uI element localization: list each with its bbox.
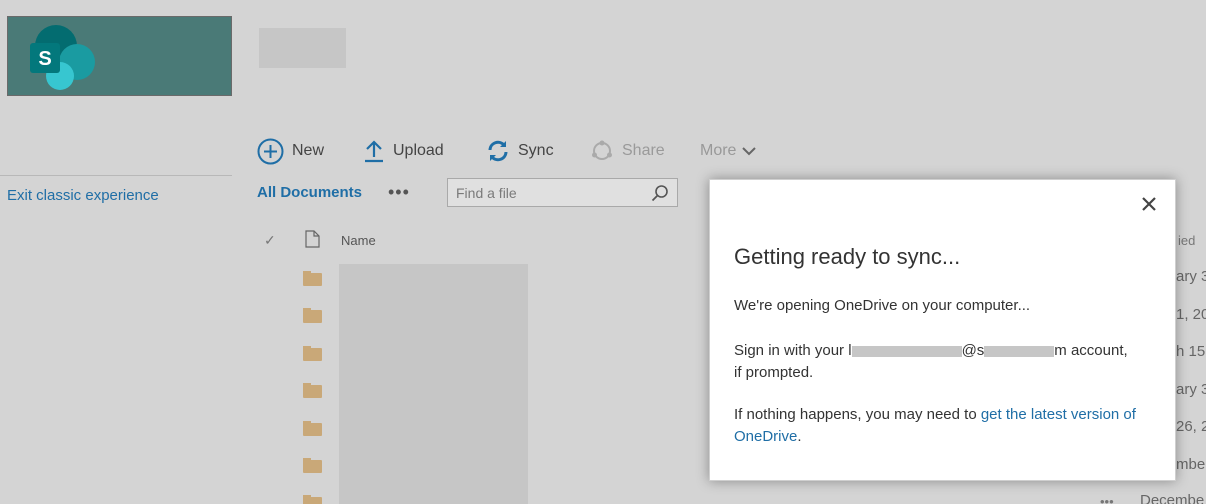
search-input[interactable]	[456, 184, 651, 201]
plus-circle-icon	[257, 138, 284, 165]
folder-icon	[303, 383, 322, 398]
view-all-documents[interactable]: All Documents	[257, 184, 362, 201]
file-names-redacted	[339, 264, 528, 504]
share-label: Share	[622, 142, 665, 159]
redacted-account	[851, 345, 962, 357]
modified-date: h 15	[1176, 343, 1206, 360]
upload-label: Upload	[393, 142, 444, 159]
sync-dialog: Getting ready to sync... We're opening O…	[709, 179, 1176, 481]
select-all-checkmark[interactable]: ✓	[264, 232, 276, 249]
share-icon	[590, 139, 614, 163]
more-label: More	[700, 142, 737, 159]
new-label: New	[292, 142, 325, 159]
modified-date: 1, 20	[1176, 306, 1206, 323]
close-icon[interactable]	[1139, 194, 1159, 214]
sign-in-prefix: Sign in with your l	[734, 342, 852, 359]
left-nav-divider	[0, 175, 232, 176]
dialog-opening-text: We're opening OneDrive on your computer.…	[734, 297, 1031, 314]
folder-icon	[303, 458, 322, 473]
modified-date: Decembe	[1140, 492, 1205, 504]
folder-icon	[303, 421, 322, 436]
document-type-icon	[305, 230, 320, 253]
search-icon[interactable]	[651, 184, 669, 202]
find-file-search[interactable]	[447, 178, 678, 207]
logo-letter: S	[38, 48, 51, 70]
sharepoint-logo-icon: S	[30, 25, 95, 90]
sign-in-at: @s	[961, 342, 985, 359]
upload-button[interactable]: Upload	[363, 136, 444, 166]
help-prefix: If nothing happens, you may need to	[734, 406, 981, 423]
modified-date: ary 3	[1176, 268, 1206, 285]
sync-icon	[486, 139, 510, 163]
sync-label: Sync	[518, 142, 554, 159]
modified-date: 26, 2	[1176, 418, 1206, 435]
help-end: .	[797, 428, 802, 445]
chevron-down-icon	[742, 146, 757, 156]
dialog-sign-in-text: Sign in with your l @s m account, if promp…	[734, 340, 1154, 384]
dialog-title: Getting ready to sync...	[734, 244, 961, 269]
folder-icon	[303, 495, 322, 504]
share-button[interactable]: Share	[590, 136, 665, 166]
folder-icon	[303, 308, 322, 323]
more-button[interactable]: More	[700, 136, 757, 166]
exit-classic-link[interactable]: Exit classic experience	[7, 187, 159, 204]
modified-date: ary 3	[1176, 381, 1206, 398]
column-header-modified[interactable]: ied	[1178, 233, 1195, 248]
new-button[interactable]: New	[257, 136, 324, 166]
column-header-name[interactable]: Name	[341, 233, 376, 248]
folder-icon	[303, 271, 322, 286]
modified-date: mbe	[1176, 456, 1206, 473]
dialog-help-text: If nothing happens, you may need to get …	[734, 404, 1154, 448]
sign-in-suffix: m account,	[1054, 342, 1128, 359]
sync-button[interactable]: Sync	[486, 136, 554, 166]
redacted-domain	[984, 345, 1055, 357]
site-title-redacted	[259, 28, 346, 68]
upload-arrow-icon	[363, 139, 385, 163]
folder-icon	[303, 346, 322, 361]
view-more-ellipsis[interactable]: •••	[388, 182, 410, 203]
row-more-ellipsis[interactable]: •••	[1100, 494, 1114, 504]
site-logo[interactable]: S	[7, 16, 232, 96]
sign-in-prompted: if prompted.	[734, 364, 814, 381]
